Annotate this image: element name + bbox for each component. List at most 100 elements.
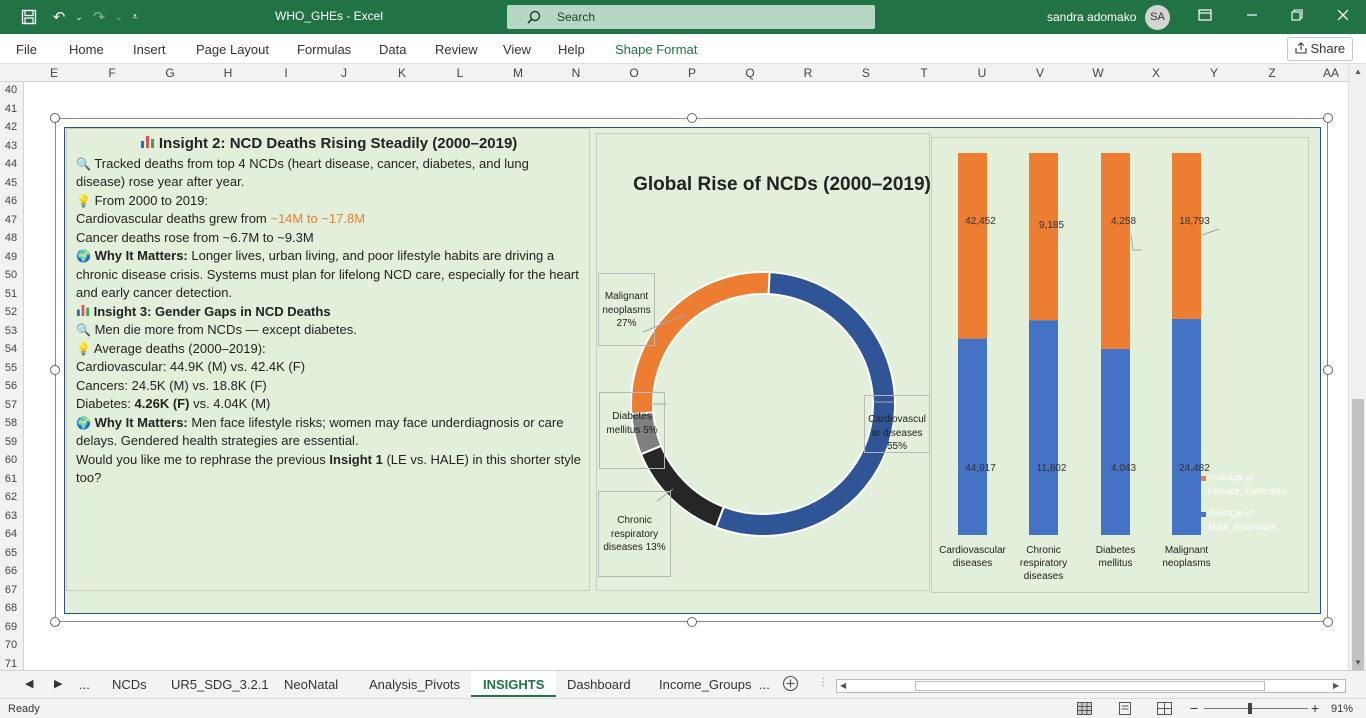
column-header[interactable]: AA <box>1320 66 1342 80</box>
avatar[interactable]: SA <box>1145 5 1170 30</box>
bar-female[interactable] <box>1101 153 1130 349</box>
scroll-up-icon[interactable]: ▲ <box>1354 67 1362 76</box>
resize-handle[interactable] <box>50 365 60 375</box>
tab-formulas[interactable]: Formulas <box>297 42 351 57</box>
donut-chart[interactable]: Global Rise of NCDs (2000–2019) Cardiova… <box>596 133 931 591</box>
column-header[interactable]: Z <box>1262 66 1282 80</box>
row-header[interactable]: 52 <box>0 306 22 318</box>
tab-splitter-icon[interactable]: ⋮ <box>818 677 828 688</box>
column-header[interactable]: L <box>450 66 470 80</box>
sheet-tab-more[interactable]: ... <box>79 677 90 692</box>
row-header[interactable]: 60 <box>0 454 22 466</box>
close-icon[interactable] <box>1331 7 1355 27</box>
row-header[interactable]: 67 <box>0 584 22 596</box>
resize-handle[interactable] <box>1323 365 1333 375</box>
resize-handle[interactable] <box>687 113 697 123</box>
resize-handle[interactable] <box>1323 617 1333 627</box>
column-header[interactable]: U <box>972 66 992 80</box>
donut-label-cardiovascular[interactable]: Cardiovascul ar diseases 55% <box>864 395 930 453</box>
row-header[interactable]: 61 <box>0 473 22 485</box>
normal-view-icon[interactable] <box>1077 702 1092 718</box>
column-header[interactable]: P <box>682 66 702 80</box>
row-header[interactable]: 55 <box>0 362 22 374</box>
row-header[interactable]: 69 <box>0 621 22 633</box>
zoom-level[interactable]: 91% <box>1331 703 1353 715</box>
row-header[interactable]: 65 <box>0 547 22 559</box>
row-header[interactable]: 49 <box>0 251 22 263</box>
page-break-view-icon[interactable] <box>1157 702 1172 718</box>
zoom-slider[interactable] <box>1204 708 1308 709</box>
row-header[interactable]: 68 <box>0 602 22 614</box>
insights-textbox[interactable]: Insight 2: NCD Deaths Rising Steadily (2… <box>66 128 590 591</box>
column-header[interactable]: R <box>798 66 818 80</box>
sheet-tab-insights[interactable]: INSIGHTS <box>471 671 557 697</box>
row-header[interactable]: 44 <box>0 158 22 170</box>
column-header[interactable]: S <box>856 66 876 80</box>
resize-handle[interactable] <box>50 113 60 123</box>
sheet-tab-overflow[interactable]: ... <box>759 677 770 692</box>
sheet-tab-neonatal[interactable]: NeoNatal <box>284 677 338 692</box>
row-header[interactable]: 58 <box>0 417 22 429</box>
column-header[interactable]: G <box>160 66 180 80</box>
scroll-left-icon[interactable]: ◀ <box>840 681 846 690</box>
sheet-tab-analysis-pivots[interactable]: Analysis_Pivots <box>369 677 460 692</box>
sheet-tab-ncds[interactable]: NCDs <box>112 677 147 692</box>
tab-file[interactable]: File <box>16 42 37 57</box>
row-header[interactable]: 46 <box>0 195 22 207</box>
ribbon-display-icon[interactable] <box>1193 7 1217 27</box>
column-header[interactable]: X <box>1146 66 1166 80</box>
prev-sheet-icon[interactable]: ◀ <box>25 677 33 690</box>
row-header[interactable]: 71 <box>0 658 22 670</box>
scroll-down-icon[interactable]: ▼ <box>1354 658 1362 667</box>
sheet-tab-ur5[interactable]: UR5_SDG_3.2.1 <box>171 677 269 692</box>
scroll-right-icon[interactable]: ▶ <box>1333 681 1339 690</box>
column-header[interactable]: I <box>276 66 296 80</box>
tab-data[interactable]: Data <box>379 42 406 57</box>
search-box[interactable]: Search <box>507 5 875 29</box>
row-header[interactable]: 47 <box>0 214 22 226</box>
row-header[interactable]: 51 <box>0 288 22 300</box>
row-header[interactable]: 70 <box>0 639 22 651</box>
zoom-out-button[interactable]: − <box>1190 700 1198 716</box>
row-header[interactable]: 56 <box>0 380 22 392</box>
column-header[interactable]: F <box>102 66 122 80</box>
column-header[interactable]: W <box>1088 66 1108 80</box>
column-header[interactable]: J <box>334 66 354 80</box>
tab-review[interactable]: Review <box>435 42 478 57</box>
sheet-tab-dashboard[interactable]: Dashboard <box>567 677 631 692</box>
row-header[interactable]: 48 <box>0 232 22 244</box>
bar-male[interactable] <box>1029 320 1058 535</box>
horizontal-scroll-thumb[interactable] <box>915 681 1265 691</box>
column-header[interactable]: V <box>1030 66 1050 80</box>
stacked-bar-chart[interactable]: 44,917 42,452 Cardiovascular diseases 11,802… <box>931 137 1309 593</box>
row-header[interactable]: 53 <box>0 325 22 337</box>
row-header[interactable]: 64 <box>0 528 22 540</box>
minimize-icon[interactable] <box>1240 7 1264 27</box>
undo-dropdown-icon[interactable]: ⌄ <box>68 7 90 27</box>
zoom-in-button[interactable]: + <box>1311 700 1319 716</box>
bar-male[interactable] <box>1101 348 1130 535</box>
row-header[interactable]: 66 <box>0 565 22 577</box>
row-header[interactable]: 41 <box>0 103 22 115</box>
page-layout-view-icon[interactable] <box>1118 702 1132 718</box>
row-header[interactable]: 54 <box>0 343 22 355</box>
next-sheet-icon[interactable]: ▶ <box>54 677 62 690</box>
vertical-scrollbar[interactable]: ▲ ▼ <box>1348 64 1366 671</box>
bar-female[interactable] <box>1172 153 1201 319</box>
bar-male[interactable] <box>1172 318 1201 535</box>
save-icon[interactable] <box>18 7 40 27</box>
column-header[interactable]: E <box>44 66 64 80</box>
tab-insert[interactable]: Insert <box>133 42 166 57</box>
horizontal-scrollbar[interactable]: ◀ ▶ <box>836 679 1346 693</box>
row-header[interactable]: 45 <box>0 177 22 189</box>
sheet-tab-income-groups[interactable]: Income_Groups <box>659 677 752 692</box>
redo-icon[interactable]: ↷ <box>88 7 110 27</box>
user-name[interactable]: sandra adomako <box>1047 10 1136 24</box>
row-header[interactable]: 59 <box>0 436 22 448</box>
column-header[interactable]: M <box>508 66 528 80</box>
tab-view[interactable]: View <box>503 42 531 57</box>
tab-home[interactable]: Home <box>69 42 104 57</box>
resize-handle[interactable] <box>687 617 697 627</box>
column-header[interactable]: N <box>566 66 586 80</box>
row-header[interactable]: 57 <box>0 399 22 411</box>
